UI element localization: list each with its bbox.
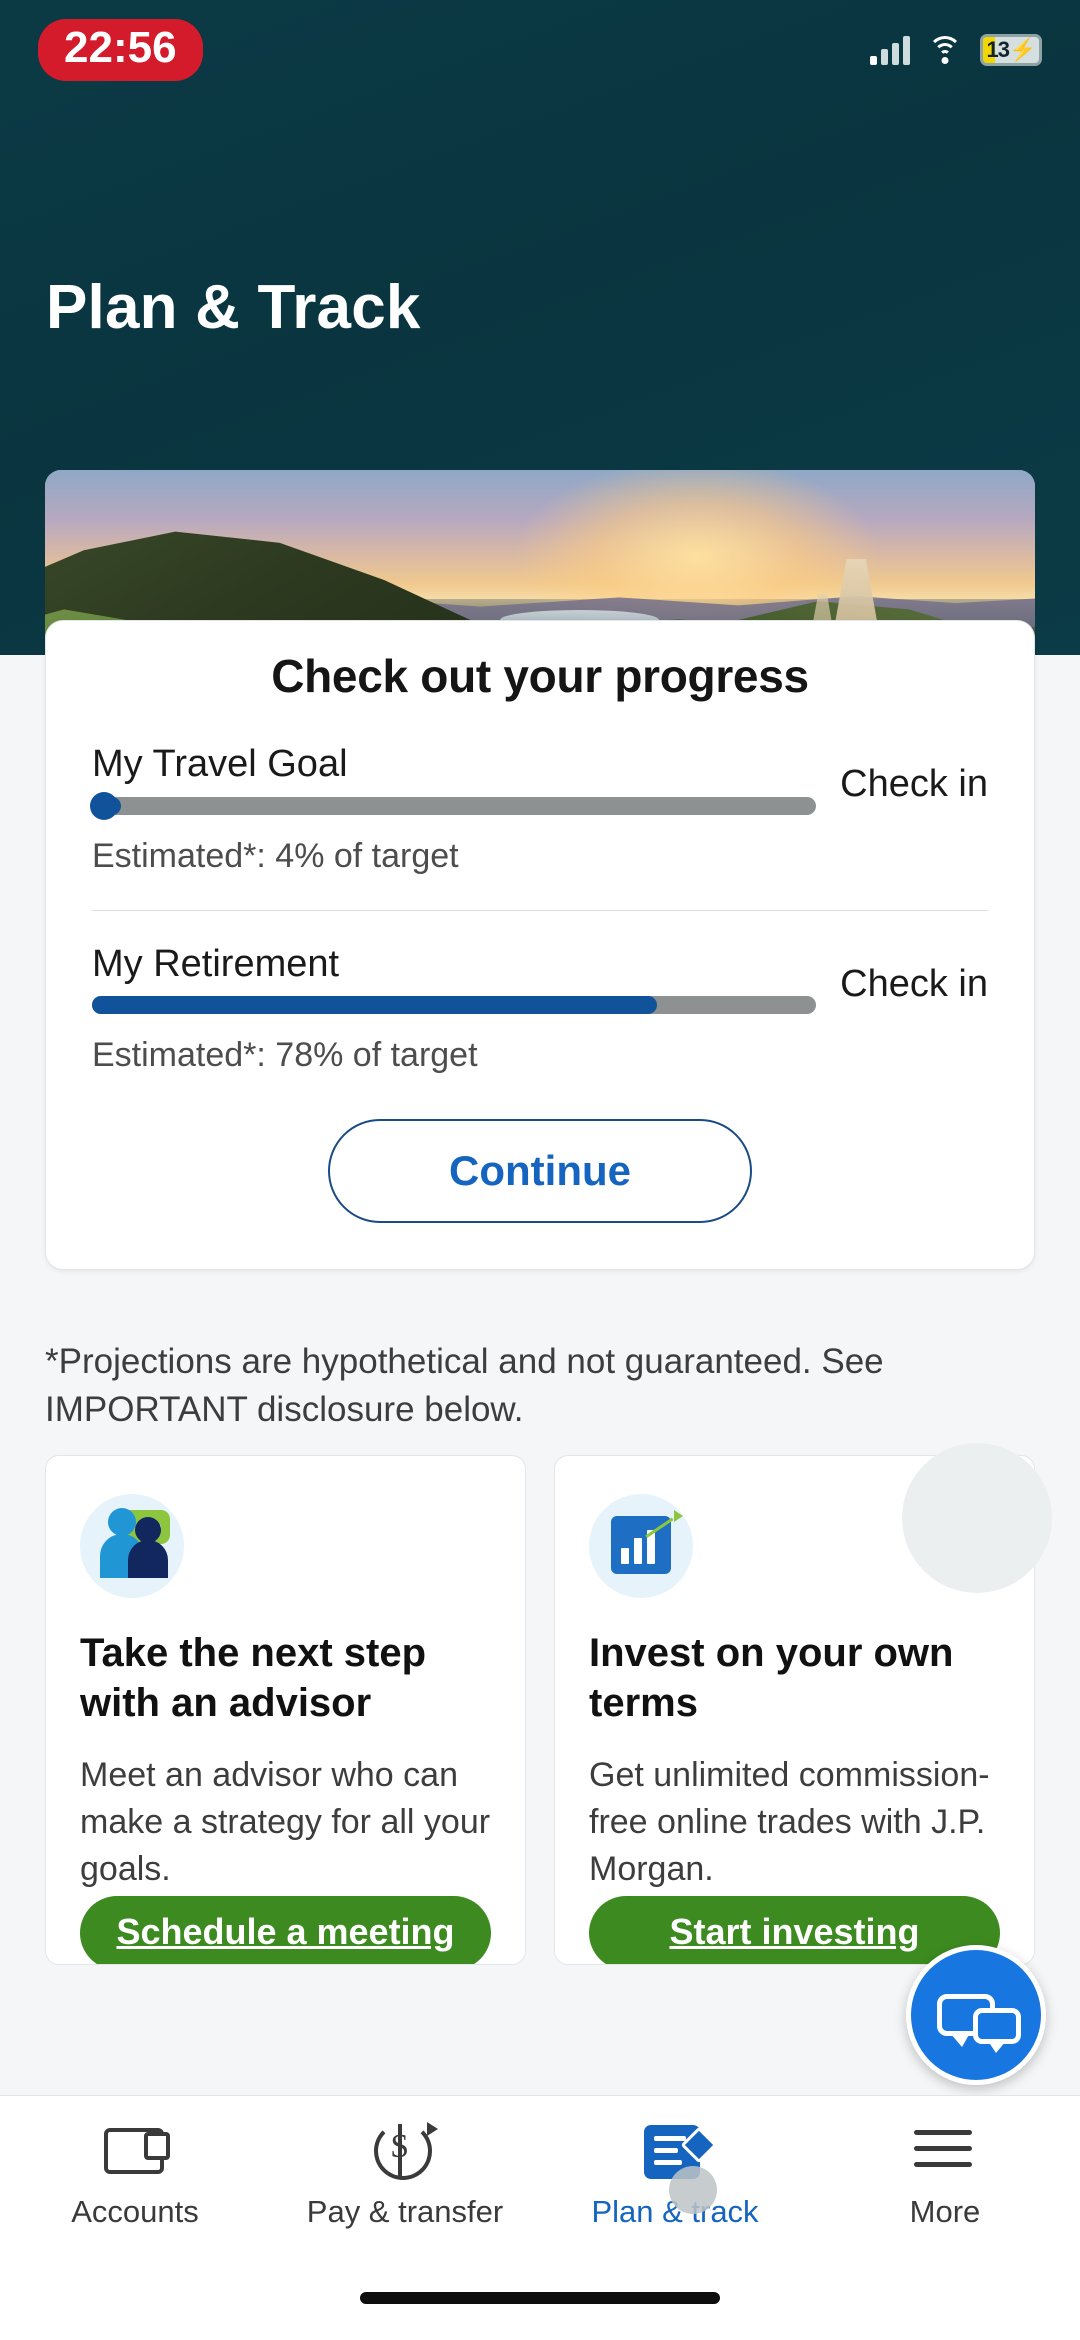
promo-title: Take the next step with an advisor — [80, 1631, 427, 1725]
goal-check-in-link[interactable]: Check in — [816, 741, 988, 806]
promo-title: Invest on your own terms — [589, 1631, 954, 1725]
home-indicator[interactable] — [360, 2292, 720, 2304]
promo-card-advisor[interactable]: Take the next step with an advisor Meet … — [45, 1455, 526, 1965]
battery-level: 13 — [986, 37, 1011, 62]
battery-icon: 13⚡ — [980, 34, 1042, 66]
wifi-icon — [928, 36, 962, 64]
continue-button[interactable]: Continue — [328, 1119, 752, 1223]
goal-name: My Retirement — [92, 942, 340, 985]
goal-row-retirement[interactable]: My Retirement Check in Estimated*: 78% o… — [46, 911, 1034, 1076]
goal-estimate-text: Estimated*: 78% of target — [92, 1036, 478, 1074]
goal-estimate-text: Estimated*: 4% of target — [92, 836, 459, 875]
plan-track-icon — [644, 2122, 718, 2214]
status-clock: 22:56 — [38, 18, 203, 82]
progress-card-title: Check out your progress — [271, 650, 809, 702]
goal-check-in-link[interactable]: Check in — [816, 941, 988, 1006]
promo-body: Get unlimited commission-free online tra… — [589, 1756, 990, 1888]
wallet-icon — [104, 2122, 166, 2180]
fab-halo-decoration — [902, 1443, 1052, 1593]
advisor-people-chat-icon — [80, 1494, 184, 1598]
signal-bars-icon — [870, 35, 910, 65]
progress-card: Check out your progress My Travel Goal C… — [45, 620, 1035, 1270]
nav-label: More — [909, 2194, 981, 2229]
chat-fab-button[interactable] — [906, 1945, 1046, 2085]
nav-item-more[interactable]: More — [810, 2122, 1080, 2230]
touch-indicator-dot — [669, 2166, 717, 2214]
hamburger-menu-icon — [914, 2122, 976, 2180]
nav-item-pay-transfer[interactable]: $ Pay & transfer — [270, 2122, 540, 2230]
bottom-navigation: Accounts $ Pay & transfer Plan & track M… — [0, 2095, 1080, 2340]
goal-progress-bar — [92, 996, 817, 1014]
nav-label: Accounts — [71, 2194, 199, 2229]
promo-card-list: Take the next step with an advisor Meet … — [45, 1455, 1035, 1965]
goal-row-travel[interactable]: My Travel Goal Check in Estimated*: 4% o… — [46, 711, 1034, 876]
projection-disclaimer: *Projections are hypothetical and not gu… — [45, 1342, 884, 1430]
goal-progress-bar — [90, 791, 817, 820]
investment-chart-icon — [589, 1494, 693, 1598]
nav-item-accounts[interactable]: Accounts — [0, 2122, 270, 2230]
goal-progress-dot — [90, 791, 118, 820]
goal-name: My Travel Goal — [92, 743, 348, 785]
nav-label: Pay & transfer — [306, 2194, 504, 2229]
promo-body: Meet an advisor who can make a strategy … — [80, 1756, 491, 1888]
status-bar: 22:56 13⚡ — [0, 0, 1080, 100]
page-title: Plan & Track — [46, 273, 421, 342]
nav-item-plan-track[interactable]: Plan & track — [540, 2122, 810, 2230]
schedule-a-meeting-button[interactable]: Schedule a meeting — [80, 1896, 491, 1964]
dollar-transfer-icon: $ — [374, 2122, 438, 2180]
status-indicators: 13⚡ — [870, 34, 1042, 66]
